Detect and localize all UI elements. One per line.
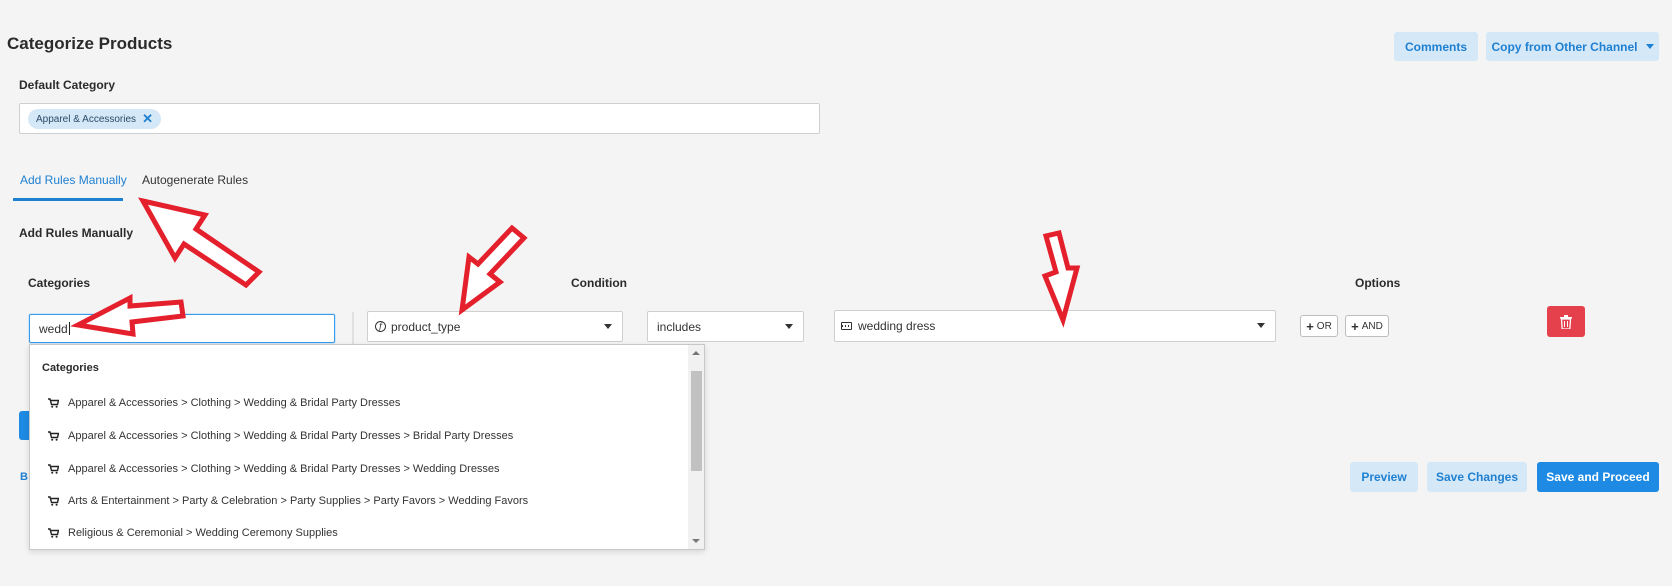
annotation-arrow-icon [458,224,528,316]
annotation-arrow-icon [138,197,263,289]
annotation-arrow-icon [70,293,186,337]
annotation-arrow-icon [1041,230,1081,328]
annotation-arrows [70,197,1081,337]
